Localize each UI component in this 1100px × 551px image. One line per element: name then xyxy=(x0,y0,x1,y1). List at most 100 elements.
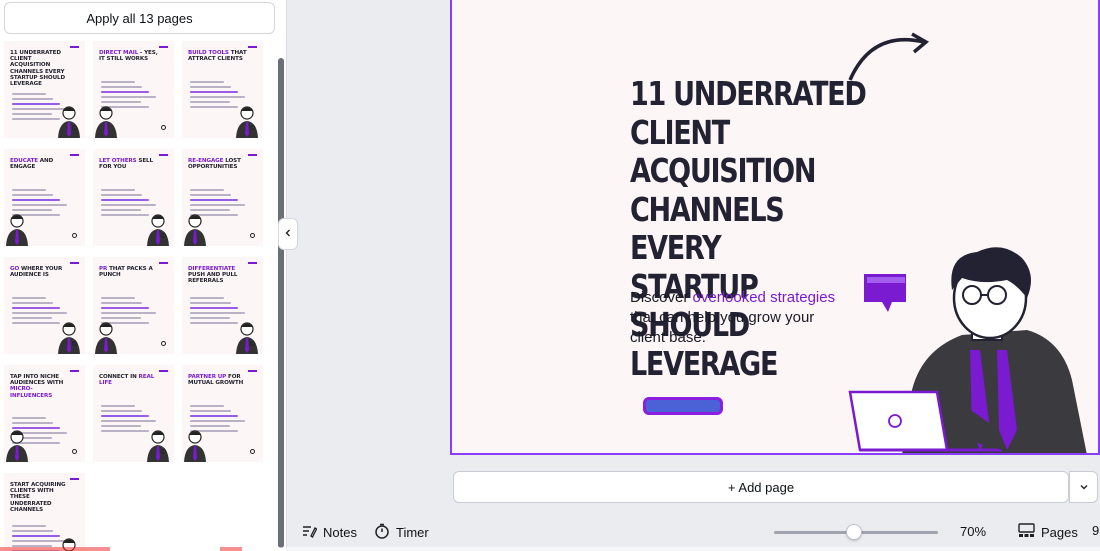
page-thumbnail-marker xyxy=(72,125,77,130)
pages-panel: Apply all 13 pages 11 UNDERRATED CLIENT … xyxy=(0,0,287,551)
page-thumbnail-title: LET OTHERS SELL FOR YOU xyxy=(99,158,153,171)
page-thumbnail-accent xyxy=(70,262,79,264)
page-thumbnail-accent xyxy=(248,46,257,48)
person-icon xyxy=(147,214,169,246)
page-count: 9 xyxy=(1092,523,1100,538)
person-icon xyxy=(6,430,28,462)
editor-footer: Notes Timer 70% Pages 9 xyxy=(288,514,1100,551)
page-thumbnail-title: TAP INTO NICHE AUDIENCES WITH MICRO-INFL… xyxy=(10,374,64,399)
page-thumbnail-accent xyxy=(70,154,79,156)
laptop-icon xyxy=(848,390,949,452)
pages-grid-icon xyxy=(1018,523,1035,541)
page-thumbnail-marker xyxy=(250,449,255,454)
timer-button[interactable]: Timer xyxy=(374,523,429,542)
slide-canvas[interactable]: 11 UNDERRATED CLIENT ACQUISITION CHANNELS … xyxy=(450,0,1100,455)
page-thumbnail[interactable]: 11 UNDERRATED CLIENT ACQUISITION CHANNEL… xyxy=(4,41,85,138)
person-icon xyxy=(147,430,169,462)
page-thumbnail-marker xyxy=(72,449,77,454)
page-thumbnail-title: EDUCATE AND ENGAGE xyxy=(10,158,54,171)
page-thumbnail-title: 11 UNDERRATED CLIENT ACQUISITION CHANNEL… xyxy=(10,50,66,88)
page-thumbnail-title: DIRECT MAIL - YES, IT STILL WORKS xyxy=(99,50,158,63)
add-page-options-button[interactable] xyxy=(1069,471,1098,503)
page-thumbnail-accent xyxy=(159,262,168,264)
person-icon xyxy=(58,322,80,354)
person-icon xyxy=(95,106,117,138)
pages-scrollbar[interactable] xyxy=(278,58,284,548)
page-thumbnail-marker xyxy=(72,341,77,346)
page-thumbnail-accent xyxy=(159,370,168,372)
zoom-slider-thumb[interactable] xyxy=(846,524,863,540)
page-thumbnail[interactable]: PR THAT PACKS A PUNCH xyxy=(93,257,174,354)
chevron-left-icon xyxy=(283,228,293,241)
page-thumbnail-accent xyxy=(159,154,168,156)
editor-root: Apply all 13 pages 11 UNDERRATED CLIENT … xyxy=(0,0,1100,551)
page-thumbnail[interactable]: START ACQUIRING CLIENTS WITH THESE UNDER… xyxy=(4,473,85,551)
person-laptop-illustration[interactable] xyxy=(842,30,1100,455)
person-icon xyxy=(6,214,28,246)
person-icon xyxy=(58,106,80,138)
page-thumbnail-title: GO WHERE YOUR AUDIENCE IS xyxy=(10,266,63,279)
page-thumbnail[interactable]: RE-ENGAGE LOST OPPORTUNITIES xyxy=(182,149,263,246)
subtitle-text-start: Discover xyxy=(630,289,693,306)
notes-icon xyxy=(301,523,318,542)
slide-subtitle[interactable]: Discover overlooked strategies that can … xyxy=(630,288,850,348)
page-thumbnail-accent xyxy=(248,262,257,264)
page-thumbnail-title: BUILD TOOLS THAT ATTRACT CLIENTS xyxy=(188,50,247,63)
person-icon xyxy=(184,214,206,246)
taskbar-strip xyxy=(0,547,1100,551)
zoom-value[interactable]: 70% xyxy=(960,524,986,539)
page-thumbnail-marker xyxy=(250,125,255,130)
page-thumbnail[interactable]: TAP INTO NICHE AUDIENCES WITH MICRO-INFL… xyxy=(4,365,85,462)
page-thumbnail-marker xyxy=(161,341,166,346)
page-thumbnail[interactable]: LET OTHERS SELL FOR YOU xyxy=(93,149,174,246)
apply-all-pages-button[interactable]: Apply all 13 pages xyxy=(4,2,275,34)
page-thumbnail[interactable]: BUILD TOOLS THAT ATTRACT CLIENTS xyxy=(182,41,263,138)
page-thumbnail[interactable]: CONNECT IN REAL LIFE xyxy=(93,365,174,462)
page-thumbnail[interactable]: PARTNER UP FOR MUTUAL GROWTH xyxy=(182,365,263,462)
page-thumbnail-title: PARTNER UP FOR MUTUAL GROWTH xyxy=(188,374,244,387)
page-thumbnail[interactable]: DIFFERENTIATE PUSH AND PULL REFERRALS xyxy=(182,257,263,354)
page-thumbnail-accent xyxy=(248,154,257,156)
page-thumbnail-accent xyxy=(70,478,79,480)
page-thumbnail-title: START ACQUIRING CLIENTS WITH THESE UNDER… xyxy=(10,482,66,513)
page-thumbnail-title: PR THAT PACKS A PUNCH xyxy=(99,266,153,279)
slide-title-line: CLIENT ACQUISITION xyxy=(630,112,816,190)
slide-title-line: LEVERAGE xyxy=(630,343,778,383)
page-thumbnails: 11 UNDERRATED CLIENT ACQUISITION CHANNEL… xyxy=(0,38,278,551)
page-thumbnail-accent xyxy=(159,46,168,48)
page-thumbnail-accent xyxy=(70,370,79,372)
subtitle-highlight: overlooked strategies xyxy=(692,289,836,306)
cta-shape[interactable] xyxy=(643,397,723,415)
page-thumbnail-accent xyxy=(70,46,79,48)
subtitle-text-end: that can help you grow your client base. xyxy=(630,309,815,346)
notes-label: Notes xyxy=(323,525,357,540)
person-icon xyxy=(236,106,258,138)
person-icon xyxy=(236,322,258,354)
notes-button[interactable]: Notes xyxy=(301,523,357,542)
page-thumbnail-marker xyxy=(250,341,255,346)
person-icon xyxy=(95,322,117,354)
timer-label: Timer xyxy=(396,525,429,540)
curved-arrow-icon xyxy=(848,37,925,81)
page-thumbnail[interactable]: GO WHERE YOUR AUDIENCE IS xyxy=(4,257,85,354)
page-thumbnail[interactable]: EDUCATE AND ENGAGE xyxy=(4,149,85,246)
page-thumbnail-marker xyxy=(161,233,166,238)
page-thumbnail-marker xyxy=(72,233,77,238)
pages-label: Pages xyxy=(1041,524,1078,540)
slide-title-line: 11 UNDERRATED xyxy=(630,74,867,113)
page-thumbnail-title: DIFFERENTIATE PUSH AND PULL REFERRALS xyxy=(188,266,238,285)
page-thumbnail-marker xyxy=(161,449,166,454)
timer-icon xyxy=(374,523,390,542)
slide-title-line: CHANNELS EVERY xyxy=(630,189,785,267)
pages-button[interactable]: Pages xyxy=(1018,523,1078,541)
page-thumbnail[interactable]: DIRECT MAIL - YES, IT STILL WORKS xyxy=(93,41,174,138)
person-icon xyxy=(184,430,206,462)
page-thumbnail-accent xyxy=(248,370,257,372)
page-thumbnail-title: CONNECT IN REAL LIFE xyxy=(99,374,155,387)
page-thumbnail-marker xyxy=(250,233,255,238)
chevron-down-icon xyxy=(1079,480,1089,495)
add-page-button[interactable]: + Add page xyxy=(453,471,1069,503)
collapse-panel-button[interactable] xyxy=(278,218,298,250)
page-thumbnail-title: RE-ENGAGE LOST OPPORTUNITIES xyxy=(188,158,241,171)
page-thumbnail-marker xyxy=(161,125,166,130)
